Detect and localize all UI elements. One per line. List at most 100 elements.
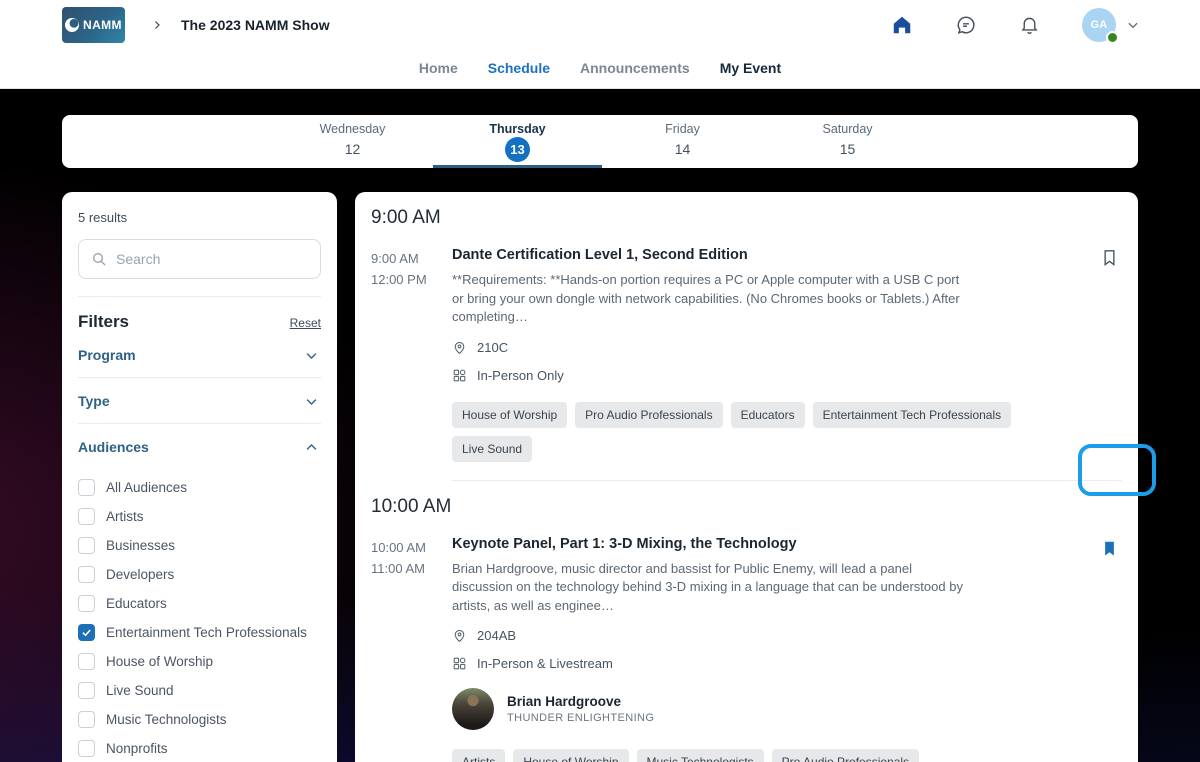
audience-option-nonprofits[interactable]: Nonprofits	[78, 734, 321, 762]
event-card-keynote-panel-part-1-3-d-mixing-the-technology: 10:00 AM11:00 AMKeynote Panel, Part 1: 3…	[355, 526, 1138, 762]
event-tags: House of WorshipPro Audio ProfessionalsE…	[452, 402, 1062, 462]
nav-tab-announcements[interactable]: Announcements	[580, 60, 690, 76]
date-tab-thursday[interactable]: Thursday13	[435, 115, 600, 168]
audience-option-label: Live Sound	[106, 683, 174, 698]
avatar-initials: GA	[1090, 19, 1107, 31]
filter-section-label: Program	[78, 347, 136, 363]
event-card-dante-certification-level-1-second-edition: 9:00 AM12:00 PMDante Certification Level…	[355, 237, 1138, 480]
audience-option-label: Developers	[106, 567, 174, 582]
event-location: 210C	[477, 340, 508, 355]
date-tab-number: 15	[835, 137, 861, 161]
event-format-row: In-Person & Livestream	[452, 656, 1062, 671]
audience-option-all-audiences[interactable]: All Audiences	[78, 473, 321, 502]
event-title[interactable]: Dante Certification Level 1, Second Edit…	[452, 247, 1062, 263]
date-tab-number: 14	[670, 137, 696, 161]
event-time-range: 9:00 AM12:00 PM	[371, 247, 452, 462]
event-location: 204AB	[477, 628, 516, 643]
audience-option-label: Businesses	[106, 538, 175, 553]
namm-logo[interactable]: NAMM	[62, 7, 125, 43]
event-format: In-Person Only	[477, 368, 564, 383]
checkbox[interactable]	[78, 479, 95, 496]
account-menu[interactable]: GA	[1082, 8, 1140, 42]
date-tab-number: 13	[505, 137, 530, 162]
checkbox[interactable]	[78, 537, 95, 554]
date-tab-friday[interactable]: Friday14	[600, 115, 765, 168]
nav-tab-my-event[interactable]: My Event	[720, 60, 781, 76]
checkbox[interactable]	[78, 740, 95, 757]
checkbox[interactable]	[78, 711, 95, 728]
event-body: Dante Certification Level 1, Second Edit…	[452, 247, 1122, 462]
speaker-name: Brian Hardgroove	[507, 694, 654, 709]
checkbox[interactable]	[78, 653, 95, 670]
filters-title: Filters	[78, 312, 129, 332]
audience-option-music-technologists[interactable]: Music Technologists	[78, 705, 321, 734]
event-body: Keynote Panel, Part 1: 3-D Mixing, the T…	[452, 536, 1122, 762]
home-icon[interactable]	[891, 14, 913, 36]
audience-option-entertainment-tech-professionals[interactable]: Entertainment Tech Professionals	[78, 618, 321, 647]
tag-house-of-worship: House of Worship	[452, 402, 567, 428]
nav-tab-schedule[interactable]: Schedule	[488, 60, 550, 76]
audience-option-label: Artists	[106, 509, 144, 524]
audience-option-label: Nonprofits	[106, 741, 168, 756]
event-format: In-Person & Livestream	[477, 656, 613, 671]
checkbox[interactable]	[78, 508, 95, 525]
filter-section-audiences[interactable]: Audiences	[78, 424, 321, 469]
chevron-down-icon	[304, 348, 319, 363]
bookmark-button-active[interactable]	[1097, 537, 1121, 561]
notifications-bell-icon[interactable]	[1019, 14, 1040, 35]
audience-option-developers[interactable]: Developers	[78, 560, 321, 589]
event-start-time: 10:00 AM	[371, 537, 452, 558]
tag-house-of-worship: House of Worship	[513, 749, 628, 762]
filter-section-type[interactable]: Type	[78, 378, 321, 423]
chevron-down-icon	[304, 394, 319, 409]
audience-option-label: House of Worship	[106, 654, 213, 669]
search-icon	[91, 251, 107, 267]
audience-option-label: Music Technologists	[106, 712, 227, 727]
event-end-time: 11:00 AM	[371, 558, 452, 579]
location-pin-icon	[452, 628, 467, 643]
event-description: **Requirements: **Hands-on portion requi…	[452, 271, 964, 327]
event-title[interactable]: Keynote Panel, Part 1: 3-D Mixing, the T…	[452, 536, 1062, 552]
tag-pro-audio-professionals: Pro Audio Professionals	[772, 749, 919, 762]
date-tab-day: Friday	[665, 122, 700, 136]
reset-filters-link[interactable]: Reset	[290, 316, 321, 330]
checkbox[interactable]	[78, 595, 95, 612]
time-group-header: 9:00 AM	[355, 192, 1138, 237]
checkbox-checked[interactable]	[78, 624, 95, 641]
speaker-row[interactable]: Brian HardgrooveTHUNDER ENLIGHTENING	[452, 688, 1062, 730]
schedule-results: 9:00 AM9:00 AM12:00 PMDante Certificatio…	[355, 192, 1138, 762]
tag-music-technologists: Music Technologists	[637, 749, 764, 762]
checkbox[interactable]	[78, 682, 95, 699]
audience-option-artists[interactable]: Artists	[78, 502, 321, 531]
search-input[interactable]	[116, 251, 308, 267]
messages-icon[interactable]	[955, 14, 977, 36]
date-tab-wednesday[interactable]: Wednesday12	[270, 115, 435, 168]
audience-option-live-sound[interactable]: Live Sound	[78, 676, 321, 705]
event-tags: Artists House of Worship Music Technologis…	[452, 749, 1062, 762]
filter-section-label: Audiences	[78, 439, 149, 455]
tag-pro-audio-professionals: Pro Audio Professionals	[575, 402, 722, 428]
location-pin-icon	[452, 340, 467, 355]
tag-artists: Artists	[452, 749, 505, 762]
breadcrumb-chevron-icon	[151, 19, 163, 31]
bookmark-button[interactable]	[1097, 245, 1121, 269]
audience-option-label: Entertainment Tech Professionals	[106, 625, 307, 640]
event-location-row: 210C	[452, 340, 1062, 355]
event-time-range: 10:00 AM11:00 AM	[371, 536, 452, 762]
event-end-time: 12:00 PM	[371, 269, 452, 290]
chevron-up-icon	[304, 440, 319, 455]
filter-section-label: Type	[78, 393, 110, 409]
date-tab-day: Saturday	[822, 122, 872, 136]
audience-option-educators[interactable]: Educators	[78, 589, 321, 618]
date-tab-number: 12	[340, 137, 366, 161]
filter-section-program[interactable]: Program	[78, 332, 321, 377]
event-start-time: 9:00 AM	[371, 248, 452, 269]
date-tab-saturday[interactable]: Saturday15	[765, 115, 930, 168]
audience-option-house-of-worship[interactable]: House of Worship	[78, 647, 321, 676]
checkbox[interactable]	[78, 566, 95, 583]
nav-tab-home[interactable]: Home	[419, 60, 458, 76]
app-header: NAMM The 2023 NAMM Show	[0, 0, 1200, 89]
audience-option-businesses[interactable]: Businesses	[78, 531, 321, 560]
format-grid-icon	[452, 368, 467, 383]
app-viewport: NAMM The 2023 NAMM Show	[0, 0, 1200, 762]
